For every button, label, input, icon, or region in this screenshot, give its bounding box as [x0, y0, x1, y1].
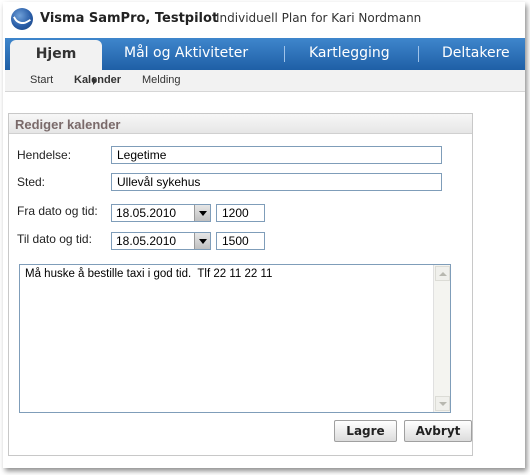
to-date-dropdown-button[interactable] — [194, 233, 210, 249]
visma-logo-icon — [11, 8, 33, 30]
sub-navigation: Start Kalender Melding — [5, 70, 525, 92]
from-date-picker[interactable]: 18.05.2010 — [111, 204, 211, 222]
app-header: Visma SamPro, Testpilot Individuell Plan… — [3, 2, 525, 38]
from-datetime-label: Fra dato og tid: — [17, 204, 98, 218]
arrow-down-icon — [439, 402, 447, 406]
tab-separator — [284, 46, 285, 62]
from-date-dropdown-button[interactable] — [194, 205, 210, 221]
app-title: Visma SamPro, Testpilot — [40, 11, 219, 26]
panel-header: Rediger kalender — [9, 114, 472, 134]
scroll-down-button[interactable] — [435, 396, 450, 411]
tab-separator — [418, 46, 419, 62]
chevron-down-icon — [199, 211, 207, 216]
plan-title: Individuell Plan for Kari Nordmann — [216, 11, 422, 25]
edit-calendar-panel: Rediger kalender Hendelse: Legetime Sted… — [8, 113, 473, 456]
main-tab-bar: Hjem Mål og Aktiviteter Kartlegging Delt… — [5, 38, 525, 70]
place-input[interactable]: Ullevål sykehus — [111, 173, 442, 191]
subnav-item-kalender[interactable]: Kalender — [74, 74, 121, 86]
from-date-value: 18.05.2010 — [116, 206, 177, 220]
to-date-picker[interactable]: 18.05.2010 — [111, 232, 211, 250]
arrow-up-icon — [439, 272, 447, 276]
app-window: Visma SamPro, Testpilot Individuell Plan… — [3, 2, 525, 468]
to-time-input[interactable]: 1500 — [216, 232, 265, 250]
subnav-item-melding[interactable]: Melding — [142, 74, 181, 86]
save-button[interactable]: Lagre — [334, 420, 397, 442]
note-text: Må huske å bestille taxi i god tid. Tlf … — [25, 268, 273, 280]
event-label: Hendelse: — [17, 148, 72, 162]
scroll-up-button[interactable] — [435, 266, 450, 281]
panel-title: Rediger kalender — [15, 117, 121, 132]
chevron-down-icon — [199, 239, 207, 244]
to-datetime-label: Til dato og tid: — [17, 232, 92, 246]
tab-hjem[interactable]: Hjem — [10, 40, 102, 70]
subnav-item-start[interactable]: Start — [30, 74, 53, 86]
note-textarea[interactable]: Må huske å bestille taxi i god tid. Tlf … — [19, 264, 451, 413]
cancel-button[interactable]: Avbryt — [404, 420, 472, 442]
tab-deltakere[interactable]: Deltakere — [442, 38, 510, 70]
to-date-value: 18.05.2010 — [116, 234, 177, 248]
place-label: Sted: — [17, 175, 46, 189]
tab-kartlegging[interactable]: Kartlegging — [309, 38, 390, 70]
from-time-input[interactable]: 1200 — [216, 204, 265, 222]
note-scrollbar[interactable] — [433, 265, 450, 412]
event-input[interactable]: Legetime — [111, 146, 442, 164]
tab-mal-og-aktiviteter[interactable]: Mål og Aktiviteter — [124, 38, 248, 70]
